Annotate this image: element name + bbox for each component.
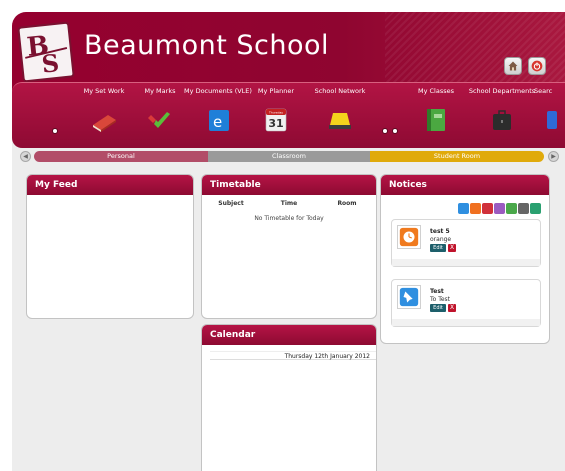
logout-button[interactable] [528,57,546,75]
clock-icon [399,227,419,247]
calendar-badge-day: Thursday [268,111,283,115]
notice-body: orange [430,236,452,243]
tabs-prev-arrow[interactable]: ◀ [20,151,31,162]
notice-image [397,225,421,249]
notice-item: Test To Test Edit X [391,279,541,327]
notice-edit-button[interactable]: Edit [430,304,446,312]
book-icon [93,115,116,132]
notice-item: test 5 orange Edit X [391,219,541,267]
timetable-col-room: Room [337,200,357,207]
clock-icon[interactable] [470,203,481,214]
notice-delete-button[interactable]: X [448,304,456,312]
calendar-icon[interactable] [482,203,493,214]
notice-footer [392,259,540,266]
nav-dot-middle-1[interactable] [382,128,388,134]
nav-item-school-network[interactable]: School Network [304,87,376,133]
page: B S Beaumont School My Set Work My Marks… [0,0,565,471]
document-icon[interactable] [506,203,517,214]
person-icon[interactable] [494,203,505,214]
nav-dot-middle-2[interactable] [392,128,398,134]
section-tabs: Personal Classroom Student Room [34,151,544,162]
power-icon [531,60,543,72]
search-icon [547,111,557,129]
calendar-date: Thursday 12th January 2012 [210,351,376,360]
svg-text:e: e [213,113,222,131]
school-name: Beaumont School [84,30,330,61]
tab-student-room[interactable]: Student Room [370,151,544,162]
notice-delete-button[interactable]: X [448,244,456,252]
school-logo: B S [17,21,75,83]
checkmark-icon [148,112,170,128]
pin-icon[interactable] [458,203,469,214]
nav-item-my-classes[interactable]: My Classes [400,87,472,133]
notebook-icon [427,109,445,131]
notice-image [397,285,421,309]
calendar-panel: Calendar Thursday 12th January 2012 [201,324,377,471]
notice-body: To Test [430,296,451,303]
notice-footer [392,319,540,326]
timetable-col-subject: Subject [218,200,244,207]
home-icon [508,61,518,71]
app-frame: B S Beaumont School My Set Work My Marks… [12,12,565,471]
nav-item-label: My Classes [417,87,454,95]
nav-item-search[interactable]: Searc [522,87,565,133]
drive-icon [329,113,351,129]
nav-item-my-planner[interactable]: My Planner Thursday 31 [240,87,312,133]
timetable-panel: Timetable Subject Time Room No Timetable… [201,174,377,319]
timetable-empty-message: No Timetable for Today [254,215,324,222]
pin-icon [399,287,419,307]
my-feed-panel: My Feed [26,174,194,319]
notice-title: test 5 [430,228,450,235]
nav-item-label: My Planner [257,87,295,95]
calendar-badge-date: 31 [268,117,283,130]
home-button[interactable] [504,57,522,75]
notice-title: Test [430,288,444,295]
calendar-icon: Thursday 31 [265,108,287,132]
nav-bar: My Set Work My Marks My Documents (VLE) [12,82,565,148]
refresh-icon[interactable] [530,203,541,214]
timetable-col-time: Time [280,200,298,207]
nav-dot-left[interactable] [52,128,58,134]
notice-toolbar [458,203,541,214]
tab-classroom[interactable]: Classroom [208,151,370,162]
panel-title: My Feed [27,175,193,195]
gear-icon[interactable] [518,203,529,214]
briefcase-icon [493,110,511,130]
timetable-header: Subject Time Room [202,195,376,207]
nav-item-label: School Network [314,87,366,95]
panel-title: Timetable [202,175,376,195]
nav-item-label: Searc [534,87,553,95]
tab-personal[interactable]: Personal [34,151,208,162]
ie-logo-icon: e [209,110,229,131]
notices-panel: Notices test 5 orange Edit X Test To Tes… [380,174,550,344]
notice-edit-button[interactable]: Edit [430,244,446,252]
panel-title: Notices [381,175,549,195]
tabs-next-arrow[interactable]: ▶ [548,151,559,162]
panel-title: Calendar [202,325,376,345]
